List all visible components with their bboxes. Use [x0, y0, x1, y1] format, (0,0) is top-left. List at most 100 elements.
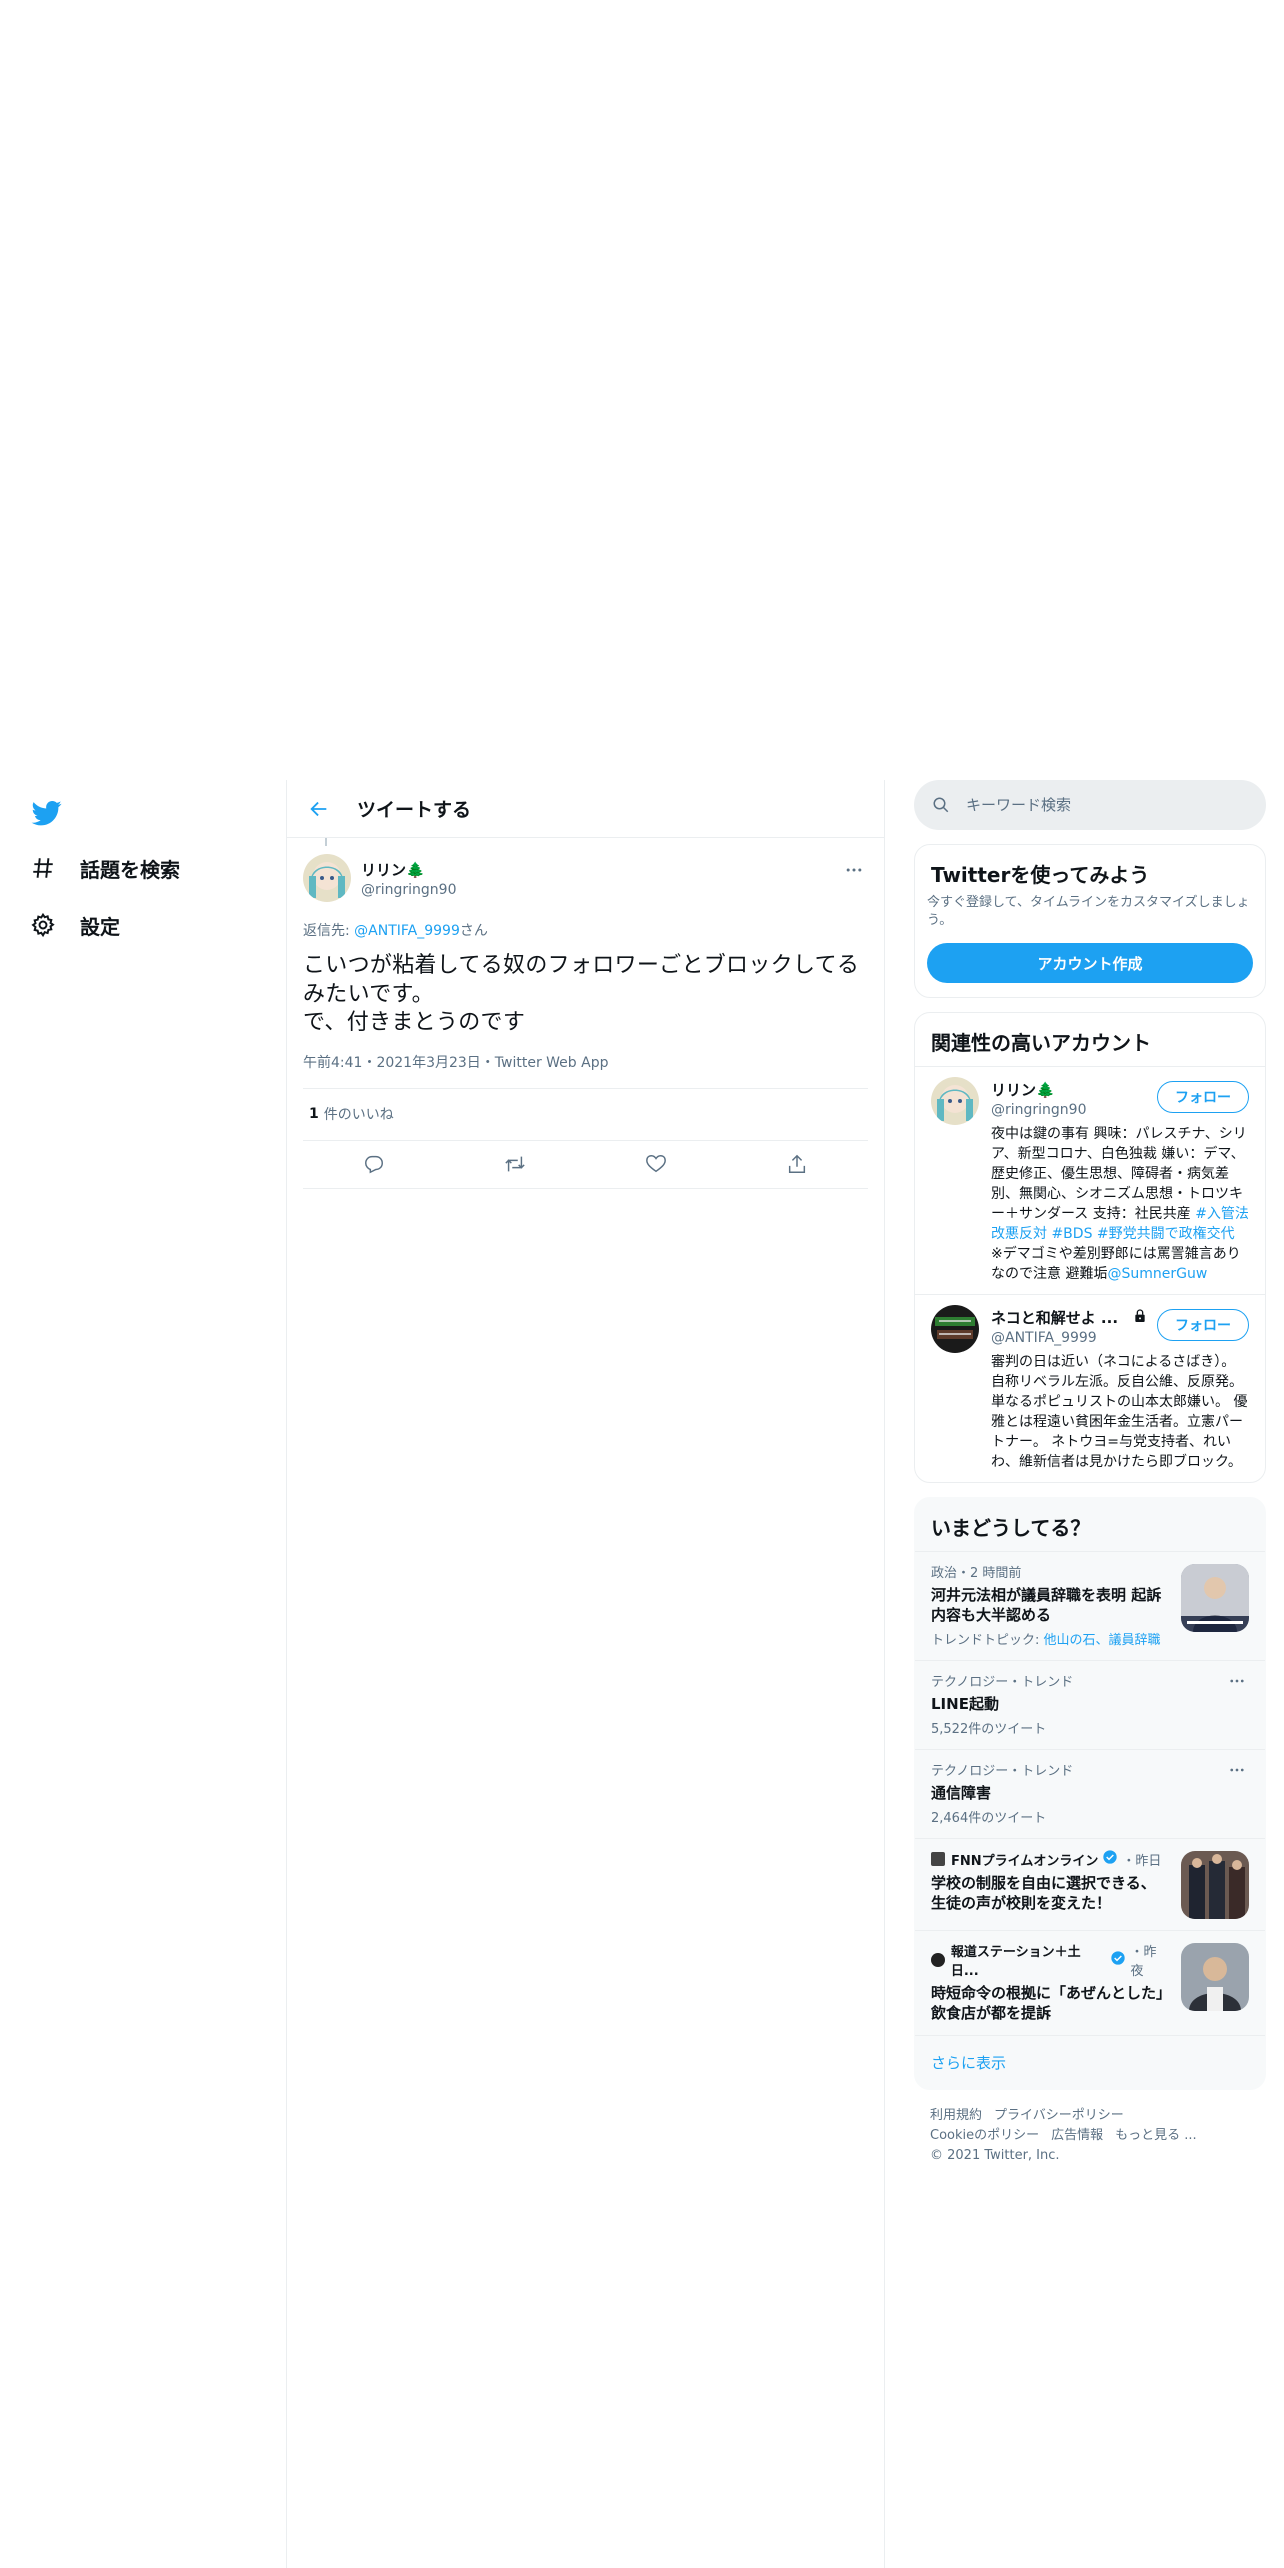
- footer: 利用規約 プライバシーポリシー Cookieのポリシー 広告情報 もっと見る ... …: [914, 2090, 1266, 2182]
- trend-more-button[interactable]: [1225, 1760, 1249, 1780]
- news-source: 報道ステーション＋土日... ・昨夜: [931, 1941, 1169, 1979]
- reply-button[interactable]: [355, 1145, 393, 1183]
- reply-to-link[interactable]: @ANTIFA_9999: [354, 923, 460, 939]
- trend-meta: 政治・2 時間前: [931, 1566, 1022, 1582]
- news-source-logo-icon: [931, 1953, 945, 1968]
- bio-hashtag[interactable]: #野党共闘で政権交代: [1097, 1226, 1235, 1242]
- search-input[interactable]: [966, 796, 1226, 814]
- terms-link[interactable]: 利用規約: [930, 2108, 982, 2123]
- news-time: ・昨夜: [1130, 1945, 1157, 1980]
- more-link[interactable]: もっと見る ...: [1115, 2128, 1197, 2143]
- primary-column: ツイートする リリン🌲 @ringringn90 返信先: @ANTIFA_99…: [286, 780, 885, 2568]
- cookie-link[interactable]: Cookieのポリシー: [930, 2128, 1039, 2143]
- page-title: ツイートする: [357, 799, 472, 821]
- account-item[interactable]: ネコと和解せよ ... @ANTIFA_9999 審判の日は近い（ネコによるさば…: [915, 1294, 1265, 1482]
- news-time: ・昨日: [1122, 1853, 1162, 1869]
- heart-icon: [646, 1155, 667, 1173]
- news-thumbnail: [1181, 1564, 1249, 1633]
- avatar[interactable]: [931, 1077, 979, 1126]
- tweet-actions: [303, 1141, 868, 1189]
- trend-item[interactable]: 政治・2 時間前 河井元法相が議員辞職を表明 起訴内容も大半認める トレンドトピ…: [915, 1551, 1265, 1660]
- copyright: © 2021 Twitter, Inc.: [930, 2148, 1060, 2164]
- like-button[interactable]: [637, 1145, 675, 1183]
- create-account-button[interactable]: アカウント作成: [927, 943, 1253, 984]
- avatar[interactable]: [303, 854, 351, 902]
- trends-card: いまどうしてる？ 政治・2 時間前 河井元法相が議員辞職を表明 起訴内容も大半認…: [914, 1497, 1266, 2091]
- sidebar: Twitterを使ってみよう 今すぐ登録して、タイムラインをカスタマイズしましょ…: [914, 780, 1266, 2182]
- verified-badge-icon: [1110, 1950, 1126, 1970]
- trends-title: いまどうしてる？: [931, 1516, 1091, 1541]
- news-source: FNNプライムオンライン ・昨日: [931, 1849, 1169, 1869]
- trend-topics-prefix: トレンドトピック:: [931, 1633, 1044, 1649]
- trend-more-button[interactable]: [1225, 1671, 1249, 1691]
- news-source-logo-icon: [931, 1852, 945, 1867]
- trend-item[interactable]: テクノロジー・トレンド LINE起動 5,522件のツイート: [915, 1660, 1265, 1749]
- signup-card: Twitterを使ってみよう 今すぐ登録して、タイムラインをカスタマイズしましょ…: [914, 844, 1266, 999]
- author-name[interactable]: リリン🌲: [361, 859, 457, 880]
- reply-prefix: 返信先:: [303, 923, 355, 939]
- author-handle[interactable]: @ringringn90: [361, 882, 457, 898]
- more-options-button[interactable]: [842, 858, 866, 882]
- reply-icon: [364, 1156, 383, 1174]
- focused-tweet: リリン🌲 @ringringn90 返信先: @ANTIFA_9999さん こい…: [287, 838, 884, 1189]
- account-item[interactable]: リリン🌲 @ringringn90 夜中は鍵の事有 興味：パレスチナ、シリア、新…: [915, 1066, 1265, 1294]
- signup-description: 今すぐ登録して、タイムラインをカスタマイズしましょう。: [927, 895, 1250, 928]
- search-icon: [933, 797, 949, 813]
- hashtag-icon: [33, 858, 53, 878]
- back-button[interactable]: [301, 791, 337, 827]
- account-bio: 審判の日は近い（ネコによるさばき）。 自称リベラル左派。反自公維、反原発。 単な…: [991, 1354, 1248, 1471]
- trend-topics: トレンドトピック: 他山の石、議員辞職: [931, 1629, 1169, 1648]
- trend-meta: テクノロジー・トレンド: [931, 1764, 1074, 1780]
- reply-to-line: 返信先: @ANTIFA_9999さん: [303, 920, 868, 940]
- likes-count: 1: [309, 1106, 319, 1123]
- page-header: ツイートする: [287, 780, 884, 838]
- news-item[interactable]: FNNプライムオンライン ・昨日 学校の制服を自由に選択できる、生徒の声が校則を…: [915, 1838, 1265, 1930]
- likes-count-row[interactable]: 1 件のいいね: [303, 1089, 868, 1141]
- twitter-logo-icon[interactable]: [30, 798, 64, 828]
- trend-title: LINE起動: [931, 1695, 999, 1714]
- gear-icon: [31, 912, 55, 938]
- nav-settings-label: 設定: [80, 914, 120, 939]
- bio-hashtag[interactable]: #BDS: [1051, 1226, 1092, 1242]
- lock-icon: [1132, 1308, 1148, 1328]
- news-item[interactable]: 報道ステーション＋土日... ・昨夜 時短命令の根拠に「あぜんとした」飲食店が都…: [915, 1930, 1265, 2035]
- more-dots-icon: [846, 868, 862, 872]
- likes-label: 件のいいね: [323, 1107, 394, 1124]
- related-accounts-card: 関連性の高いアカウント リリン🌲 @ringringn90 夜中は鍵の事有 興味…: [914, 1012, 1266, 1484]
- thread-connector-line: [325, 838, 327, 846]
- tweet-timestamp[interactable]: 午前4:41・2021年3月23日・Twitter Web App: [303, 1052, 868, 1089]
- nav-explore[interactable]: 話題を検索: [30, 848, 180, 888]
- news-thumbnail: [1181, 1851, 1249, 1920]
- nav-explore-label: 話題を検索: [80, 857, 180, 882]
- reply-suffix: さん: [459, 923, 488, 939]
- related-accounts-title: 関連性の高いアカウント: [931, 1031, 1151, 1056]
- news-title: 時短命令の根拠に「あぜんとした」飲食店が都を提訴: [931, 1984, 1164, 2023]
- follow-button[interactable]: フォロー: [1157, 1081, 1249, 1114]
- tweet-author: リリン🌲 @ringringn90: [303, 848, 868, 908]
- avatar[interactable]: [931, 1305, 979, 1354]
- nav-settings[interactable]: 設定: [30, 905, 120, 945]
- trend-meta: テクノロジー・トレンド: [931, 1675, 1074, 1691]
- retweet-icon: [505, 1156, 525, 1172]
- privacy-link[interactable]: プライバシーポリシー: [994, 2108, 1124, 2123]
- verified-badge-icon: [1102, 1849, 1118, 1869]
- retweet-button[interactable]: [496, 1145, 534, 1183]
- arrow-left-icon: [310, 801, 327, 816]
- more-dots-icon: [1230, 1768, 1244, 1772]
- ads-link[interactable]: 広告情報: [1051, 2128, 1103, 2143]
- news-source-name: 報道ステーション＋土日...: [950, 1945, 1081, 1980]
- trend-topics-link[interactable]: 他山の石、議員辞職: [1044, 1633, 1161, 1648]
- bio-mention[interactable]: @SumnerGuw: [1107, 1266, 1207, 1282]
- share-button[interactable]: [778, 1145, 816, 1183]
- follow-button[interactable]: フォロー: [1157, 1309, 1249, 1342]
- trend-tweet-count: 2,464件のツイート: [931, 1811, 1047, 1827]
- trend-tweet-count: 5,522件のツイート: [931, 1722, 1047, 1738]
- search-bar[interactable]: [914, 780, 1266, 830]
- tweet-text: こいつが粘着してる奴のフォロワーごとブロックしてるみたいです。 で、付きまとうの…: [303, 953, 860, 1036]
- account-bio: 夜中は鍵の事有 興味：パレスチナ、シリア、新型コロナ、白色独裁 嫌い：デマ、歴史…: [991, 1124, 1249, 1284]
- share-icon: [789, 1154, 806, 1174]
- trend-title: 河井元法相が議員辞職を表明 起訴内容も大半認める: [931, 1586, 1162, 1625]
- show-more-link[interactable]: さらに表示: [915, 2035, 1265, 2089]
- news-source-name: FNNプライムオンライン: [951, 1853, 1099, 1869]
- trend-item[interactable]: テクノロジー・トレンド 通信障害 2,464件のツイート: [915, 1749, 1265, 1838]
